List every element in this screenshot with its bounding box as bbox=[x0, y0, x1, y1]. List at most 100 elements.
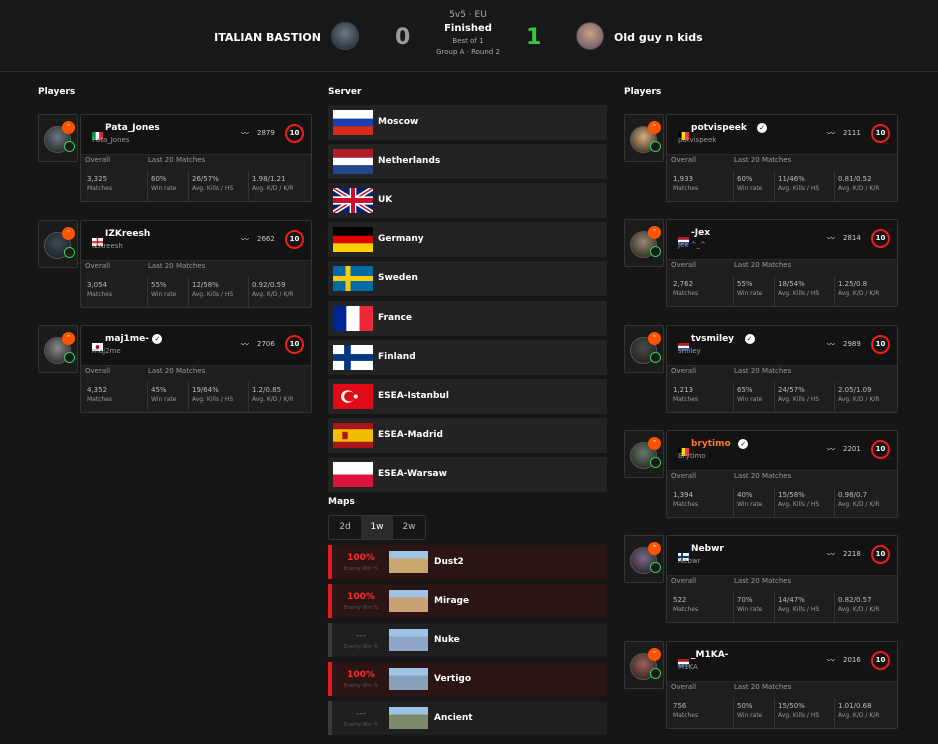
stat-value: 19/64% bbox=[192, 386, 219, 394]
stat-matches: 756 Matches bbox=[670, 698, 733, 728]
player-avatar-box[interactable]: ⌃ bbox=[624, 535, 664, 584]
tab-1w[interactable]: 1w bbox=[361, 516, 393, 539]
poland-flag-icon bbox=[333, 461, 373, 487]
verified-shield-icon bbox=[650, 456, 661, 468]
player-name[interactable]: brytimo bbox=[691, 439, 731, 449]
player-avatar-box[interactable]: ⌃ bbox=[38, 114, 78, 162]
player-avatar-box[interactable]: ⌃ bbox=[624, 640, 664, 689]
stat-value: 2.05/1.09 bbox=[838, 385, 872, 394]
player-card[interactable]: ⌃ Pata_Jones Pata_Jones 〰 2879 10 Overall Last … bbox=[38, 114, 312, 208]
stat-value: 60% bbox=[151, 175, 167, 183]
player-elo: 2706 bbox=[257, 340, 275, 348]
stat-label: Win rate bbox=[737, 185, 763, 192]
player-nickname: Jex ^_^ bbox=[678, 241, 706, 250]
stat-value: 14/47% bbox=[778, 596, 805, 605]
country-flag-icon bbox=[678, 125, 689, 140]
server-item[interactable]: ESEA-Warsaw bbox=[328, 456, 607, 492]
tab-2d[interactable]: 2d bbox=[329, 516, 361, 539]
map-item[interactable]: 100% Enemy Win % Mirage bbox=[328, 584, 607, 618]
server-name: Germany bbox=[378, 234, 424, 245]
server-item[interactable]: Moscow bbox=[328, 105, 607, 140]
team2-name[interactable]: Old guy n kids bbox=[614, 31, 703, 44]
stat-kd: 1.01/0.68 Avg. K/D / K/R bbox=[834, 697, 896, 728]
player-elo: 2218 bbox=[843, 550, 861, 559]
player-name[interactable]: tvsmiley bbox=[691, 334, 734, 344]
player-nickname: Nebwr bbox=[678, 557, 701, 566]
stat-label: Win rate bbox=[737, 711, 763, 719]
map-enemy-winrate-label: Enemy Win % bbox=[343, 644, 379, 650]
player-card[interactable]: ⌃ Nebwr Nebwr 〰 2218 10 Overall Last 20 Matches… bbox=[624, 535, 898, 629]
overall-header: Overall bbox=[85, 156, 111, 164]
stat-kd: 1.25/0.8 Avg. K/D / K/R bbox=[834, 276, 896, 307]
player-nickname: smiley bbox=[678, 346, 701, 355]
player-card[interactable]: ⌃ potvispeek ✓ potvispeek 〰 2111 10 Overall Last… bbox=[624, 114, 898, 208]
team2-logo[interactable] bbox=[576, 22, 604, 50]
team1-logo[interactable] bbox=[331, 22, 359, 50]
map-enemy-winrate: 100% bbox=[347, 670, 375, 680]
map-period-tabs: 2d 1w 2w bbox=[328, 515, 426, 540]
server-item[interactable]: Netherlands bbox=[328, 144, 607, 180]
elo-trend-icon: 〰 bbox=[827, 655, 835, 665]
server-item[interactable]: UK bbox=[328, 183, 607, 219]
overall-header: Overall bbox=[671, 261, 697, 270]
player-card[interactable]: ⌃ IZKreesh IZKreesh 〰 2662 10 Overall Last 20 M… bbox=[38, 219, 312, 314]
verified-shield-icon bbox=[650, 351, 661, 363]
player-card[interactable]: ⌃ _M1KA- M1KA 〰 2016 10 Overall Last 20 Matches… bbox=[624, 640, 898, 735]
server-item[interactable]: Finland bbox=[328, 339, 607, 375]
player-card[interactable]: ⌃ brytimo ✓ Brytimo 〰 2201 10 Overall Last 20 Ma… bbox=[624, 429, 898, 524]
player-name[interactable]: maj1me- bbox=[105, 334, 149, 344]
last20-header: Last 20 Matches bbox=[734, 682, 792, 691]
server-item[interactable]: ESEA-Madrid bbox=[328, 417, 607, 453]
player-stats-box: Nebwr Nebwr 〰 2218 10 Overall Last 20 Matches 5… bbox=[666, 535, 898, 624]
stat-value: 0.82/0.57 bbox=[838, 596, 872, 605]
spain-flag-icon bbox=[333, 422, 373, 448]
player-avatar-box[interactable]: ⌃ bbox=[624, 114, 664, 162]
map-name: Nuke bbox=[434, 635, 460, 645]
server-item[interactable]: ESEA-Istanbul bbox=[328, 378, 607, 414]
server-name: France bbox=[378, 312, 412, 323]
server-item[interactable]: France bbox=[328, 300, 607, 336]
stat-label: Matches bbox=[673, 711, 699, 719]
server-name: ESEA-Istanbul bbox=[378, 390, 449, 401]
stat-value: 11/46% bbox=[778, 175, 805, 183]
player-card[interactable]: ⌃ tvsmiley ✓ smiley 〰 2989 10 Overall Last 20 Ma… bbox=[624, 324, 898, 419]
player-avatar-box[interactable]: ⌃ bbox=[38, 219, 78, 268]
player-card[interactable]: ⌃ -Jex Jex ^_^ 〰 2814 10 Overall Last 20 Matche… bbox=[624, 219, 898, 313]
stat-value: 0.81/0.52 bbox=[838, 175, 872, 183]
tab-2w[interactable]: 2w bbox=[393, 516, 425, 539]
server-item[interactable]: Sweden bbox=[328, 261, 607, 297]
stat-value: 60% bbox=[737, 175, 753, 183]
skill-level-badge: 10 bbox=[285, 335, 304, 354]
verified-shield-icon bbox=[650, 246, 661, 258]
player-name[interactable]: Nebwr bbox=[691, 544, 724, 554]
stat-value: 522 bbox=[673, 596, 687, 605]
player-stats-box: potvispeek ✓ potvispeek 〰 2111 10 Overall Last … bbox=[666, 114, 898, 202]
uk-flag-icon bbox=[332, 185, 374, 216]
player-name[interactable]: _M1KA- bbox=[691, 650, 728, 660]
map-item[interactable]: 100% Enemy Win % Vertigo bbox=[328, 662, 607, 696]
player-avatar-box[interactable]: ⌃ bbox=[624, 429, 664, 478]
player-avatar-box[interactable]: ⌃ bbox=[38, 325, 78, 373]
player-name[interactable]: IZKreesh bbox=[105, 229, 150, 239]
verified-shield-icon bbox=[650, 141, 661, 152]
player-avatar-box[interactable]: ⌃ bbox=[624, 219, 664, 268]
player-card[interactable]: ⌃ maj1me- ✓ maj2me 〰 2706 10 Overall Last 20 Mat… bbox=[38, 325, 312, 419]
server-item[interactable]: Germany bbox=[328, 222, 607, 258]
player-nickname: M1KA bbox=[678, 662, 698, 671]
player-header: brytimo ✓ Brytimo 〰 2201 10 bbox=[667, 430, 897, 471]
player-header: IZKreesh IZKreesh 〰 2662 10 bbox=[81, 220, 311, 261]
stat-label: Avg. K/D / K/R bbox=[838, 606, 880, 614]
player-name[interactable]: Pata_Jones bbox=[105, 123, 160, 133]
map-thumbnail bbox=[389, 707, 428, 729]
stat-label: Matches bbox=[87, 290, 113, 298]
player-name[interactable]: -Jex bbox=[691, 228, 710, 238]
map-item[interactable]: --- Enemy Win % Ancient bbox=[328, 701, 607, 735]
map-item[interactable]: 100% Enemy Win % Dust2 bbox=[328, 545, 607, 579]
team1-name[interactable]: ITALIAN BASTION bbox=[214, 31, 321, 44]
player-avatar-box[interactable]: ⌃ bbox=[624, 324, 664, 373]
country-flag-icon bbox=[92, 231, 103, 246]
match-header: ITALIAN BASTION 0 5v5 · EU Finished Best… bbox=[0, 0, 938, 72]
stat-label: Matches bbox=[673, 606, 699, 614]
map-item[interactable]: --- Enemy Win % Nuke bbox=[328, 623, 607, 657]
player-name[interactable]: potvispeek bbox=[691, 123, 747, 133]
